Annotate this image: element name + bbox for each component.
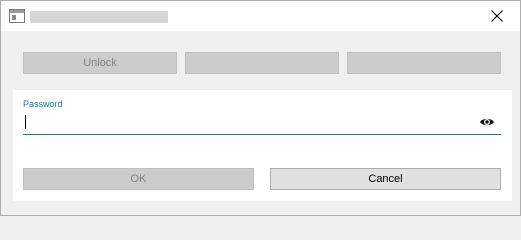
dialog-window: Unlock Password OK Cancel bbox=[0, 0, 521, 216]
toolbar-button-2[interactable] bbox=[185, 52, 339, 74]
unlock-button[interactable]: Unlock bbox=[23, 52, 177, 74]
password-label: Password bbox=[23, 99, 63, 109]
password-panel: Password OK Cancel bbox=[13, 90, 512, 201]
cancel-button[interactable]: Cancel bbox=[270, 168, 501, 190]
window-title bbox=[30, 11, 168, 23]
app-window-icon bbox=[9, 9, 25, 23]
close-button[interactable] bbox=[474, 1, 520, 31]
eye-icon[interactable] bbox=[479, 115, 495, 129]
toolbar-button-3[interactable] bbox=[347, 52, 501, 74]
close-icon bbox=[491, 10, 503, 22]
text-caret bbox=[25, 115, 26, 129]
app-icon-titlebar-shape bbox=[10, 10, 24, 13]
app-icon-pane-shape bbox=[12, 15, 16, 20]
password-input[interactable] bbox=[23, 112, 501, 135]
top-button-row: Unlock bbox=[23, 52, 501, 74]
ok-button[interactable]: OK bbox=[23, 168, 254, 190]
title-bar bbox=[1, 1, 520, 31]
